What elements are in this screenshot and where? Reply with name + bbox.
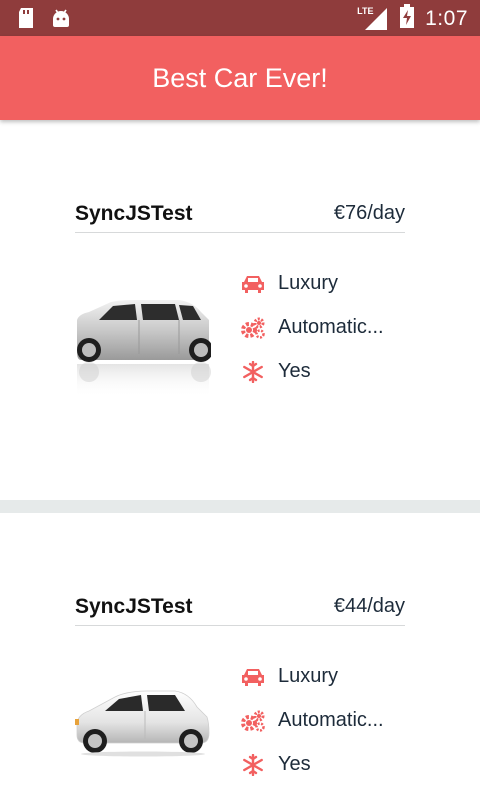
car-name: SyncJSTest	[75, 201, 193, 225]
car-card[interactable]: SyncJSTest €44/day Luxury Automatic... Y…	[0, 513, 480, 800]
car-image	[75, 298, 213, 410]
clock: 1:07	[425, 6, 468, 30]
lte-signal-icon: LTE	[357, 6, 389, 32]
car-name: SyncJSTest	[75, 594, 193, 618]
car-price: €76/day	[333, 202, 405, 224]
app-bar: Best Car Ever!	[0, 36, 480, 120]
gears-icon	[240, 317, 266, 339]
feature-text: Automatic...	[278, 316, 384, 338]
snowflake-icon	[240, 360, 266, 383]
snowflake-icon	[240, 753, 266, 776]
battery-charging-icon	[399, 4, 415, 33]
car-price: €44/day	[333, 595, 405, 617]
feature-text: Yes	[278, 753, 311, 775]
card-separator	[0, 500, 480, 513]
car-image	[75, 685, 211, 757]
feature-text: Yes	[278, 360, 311, 382]
car-icon	[240, 273, 266, 295]
car-card[interactable]: SyncJSTest €76/day Luxury Automatic... Y…	[0, 120, 480, 500]
feature-class: Luxury	[240, 272, 338, 295]
car-icon	[240, 666, 266, 688]
feature-ac: Yes	[240, 360, 311, 383]
feature-transmission: Automatic...	[240, 316, 384, 339]
android-icon	[50, 7, 72, 34]
feature-ac: Yes	[240, 753, 311, 776]
card-header: SyncJSTest €76/day	[75, 195, 405, 233]
feature-class: Luxury	[240, 665, 338, 688]
feature-text: Automatic...	[278, 709, 384, 731]
feature-text: Luxury	[278, 665, 339, 687]
status-bar: LTE 1:07	[0, 0, 480, 36]
card-header: SyncJSTest €44/day	[75, 588, 405, 626]
sd-card-icon	[16, 7, 36, 34]
feature-transmission: Automatic...	[240, 709, 384, 732]
feature-text: Luxury	[278, 272, 339, 294]
gears-icon	[240, 710, 266, 732]
app-title: Best Car Ever!	[152, 62, 328, 93]
